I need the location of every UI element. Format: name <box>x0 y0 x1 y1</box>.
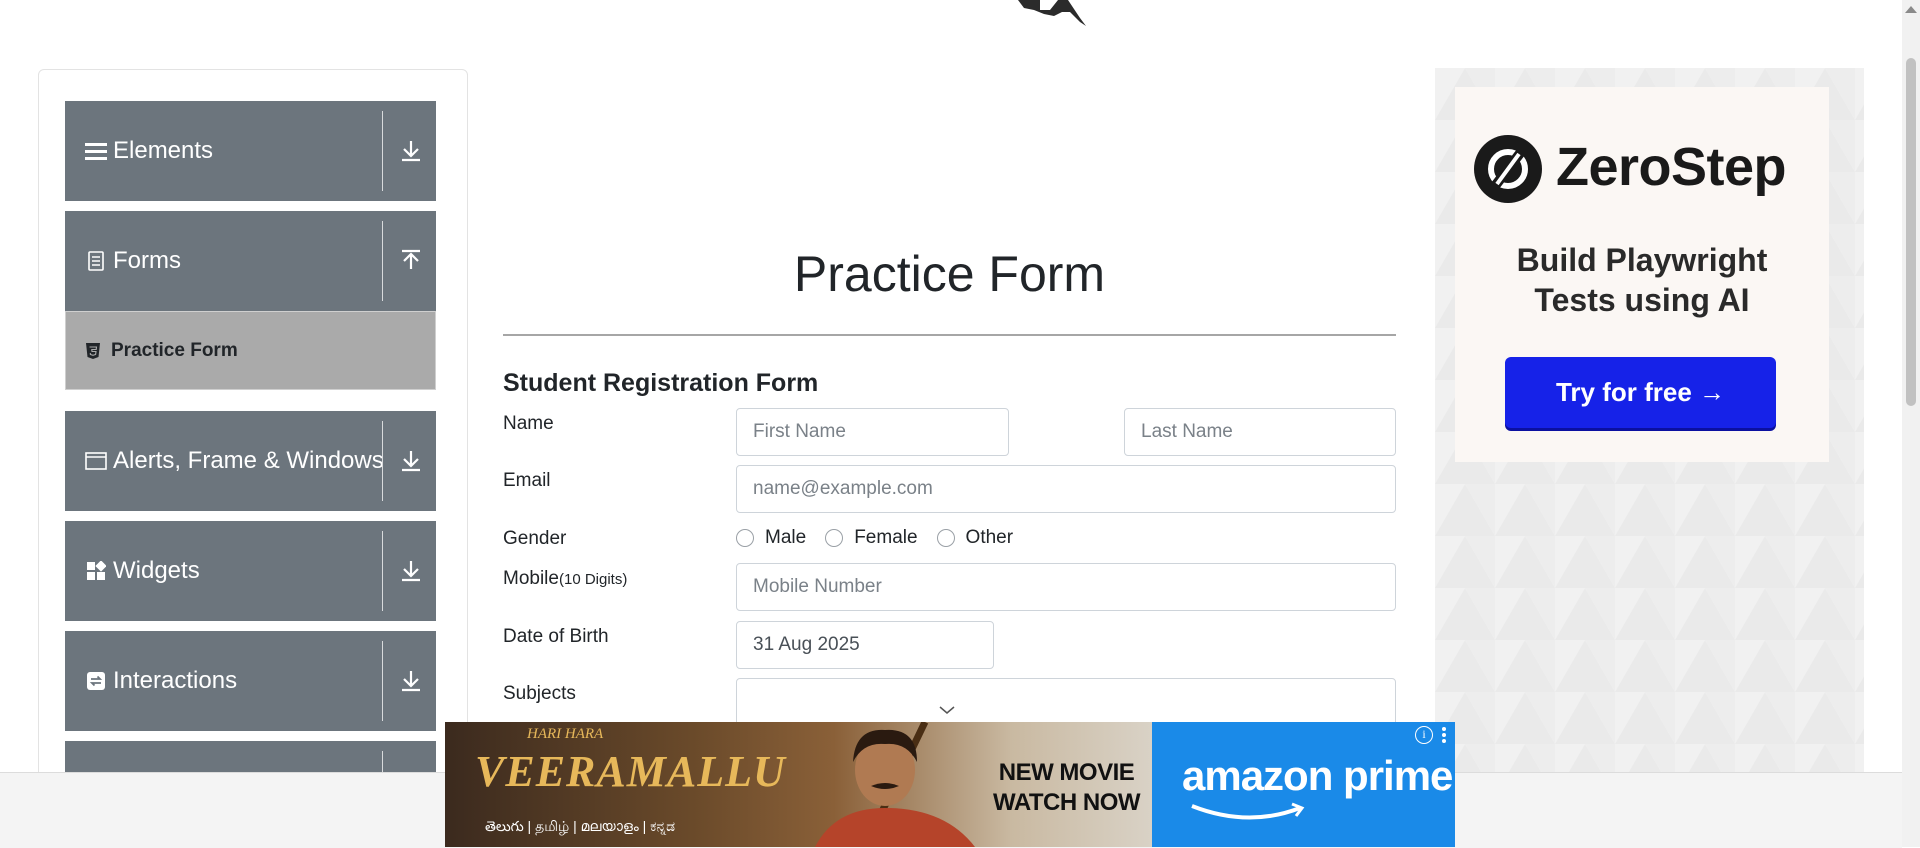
sidebar-group-interactions[interactable]: Interactions <box>65 631 436 731</box>
form-heading: Student Registration Form <box>503 369 819 397</box>
date-of-birth-input[interactable] <box>736 621 994 669</box>
page-title: Practice Form <box>793 246 1106 302</box>
download-arrow-icon[interactable] <box>398 138 424 164</box>
sidebar-item-practice-form[interactable]: Practice Form <box>65 311 436 390</box>
ad-tagline-line: Tests using AI <box>1534 282 1750 318</box>
name-label: Name <box>503 413 554 434</box>
sidebar-item-label: Practice Form <box>111 339 238 361</box>
widgets-icon <box>85 560 107 582</box>
ad-movie-subtitle: HARI HARA <box>527 726 604 742</box>
ad-info-icon[interactable]: i <box>1415 726 1433 744</box>
gender-label: Gender <box>503 528 567 549</box>
download-arrow-icon[interactable] <box>398 668 424 694</box>
hamburger-icon <box>85 140 107 162</box>
divider <box>503 334 1396 336</box>
sidebar-group-label: Forms <box>113 247 181 274</box>
sidebar: Elements Forms Practice Form Alerts, Fra… <box>38 69 468 791</box>
email-label: Email <box>503 470 551 491</box>
scroll-up-arrow-icon[interactable] <box>1905 6 1917 13</box>
html5-icon <box>86 342 100 359</box>
sidebar-group-label: Elements <box>113 137 214 164</box>
ad-movie-title: VEERAMALLU <box>475 747 786 796</box>
first-name-input[interactable] <box>736 408 1009 456</box>
divider <box>382 531 383 611</box>
zerostep-logo-icon <box>1474 135 1542 203</box>
interactions-icon <box>85 670 107 692</box>
divider <box>382 421 383 501</box>
scrollbar-thumb[interactable] <box>1906 58 1916 406</box>
ad-cta-line: NEW MOVIE <box>998 759 1135 786</box>
sidebar-group-alerts[interactable]: Alerts, Frame & Windows <box>65 411 436 511</box>
email-input[interactable] <box>736 465 1396 513</box>
ad-cta-text: NEW MOVIE WATCH NOW <box>993 758 1141 818</box>
amazon-prime-logo: amazon prime <box>1182 752 1453 799</box>
sidebar-group-label: Interactions <box>113 667 238 694</box>
radio-label: Other <box>965 527 1014 548</box>
try-for-free-button[interactable]: Try for free → <box>1505 357 1776 428</box>
gender-radio-group: Male Female Other <box>736 527 1032 549</box>
divider <box>382 641 383 721</box>
mobile-label-text: Mobile <box>503 568 559 589</box>
subjects-label: Subjects <box>503 683 576 704</box>
ad-menu-icon[interactable] <box>1438 724 1450 746</box>
download-arrow-icon[interactable] <box>398 558 424 584</box>
radio-label: Female <box>854 527 918 548</box>
divider <box>382 221 383 301</box>
mobile-label: Mobile(10 Digits) <box>503 568 627 590</box>
mobile-input[interactable] <box>736 563 1396 611</box>
dob-label: Date of Birth <box>503 626 609 647</box>
chevron-down-icon[interactable] <box>938 704 956 716</box>
ad-tagline-line: Build Playwright <box>1516 242 1768 278</box>
ad-cta-line: WATCH NOW <box>993 789 1141 816</box>
gender-other-radio[interactable]: Other <box>936 527 1014 549</box>
divider <box>382 111 383 191</box>
sidebar-group-label: Widgets <box>113 557 200 584</box>
sidebar-group-elements[interactable]: Elements <box>65 101 436 201</box>
window-icon <box>85 450 107 472</box>
ad-prime-panel: amazon prime <box>1152 722 1455 847</box>
radio-label: Male <box>765 527 807 548</box>
amazon-smile-icon <box>1191 802 1305 820</box>
document-icon <box>85 250 107 272</box>
gender-male-radio[interactable]: Male <box>736 527 806 549</box>
radio-button[interactable] <box>736 529 754 547</box>
download-arrow-icon[interactable] <box>398 448 424 474</box>
ad-brand-name: ZeroStep <box>1556 137 1787 197</box>
ad-actor-image <box>815 722 975 847</box>
ad-banner-bottom[interactable]: HARI HARA VEERAMALLU తెలుగు | தமிழ் | മല… <box>445 722 1455 847</box>
site-logo-fragment <box>1018 0 1086 26</box>
ad-languages: తెలుగు | தமிழ் | മലയാളം | ಕನ್ನಡ <box>485 818 675 834</box>
upload-arrow-icon[interactable] <box>398 248 424 274</box>
sidebar-group-widgets[interactable]: Widgets <box>65 521 436 621</box>
sidebar-group-label: Alerts, Frame & Windows <box>113 447 384 474</box>
last-name-input[interactable] <box>1124 408 1396 456</box>
radio-button[interactable] <box>825 529 844 547</box>
radio-button[interactable] <box>936 529 955 547</box>
ad-tagline: Build Playwright Tests using AI <box>1455 240 1829 320</box>
mobile-hint: (10 Digits) <box>558 571 628 588</box>
sidebar-group-forms[interactable]: Forms <box>65 211 436 311</box>
gender-female-radio[interactable]: Female <box>825 527 918 549</box>
